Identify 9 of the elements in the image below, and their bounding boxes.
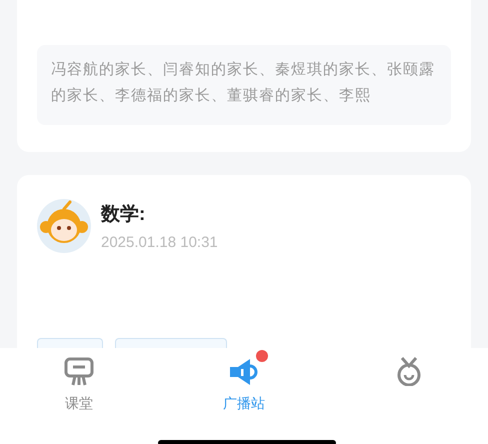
tab-item[interactable]: 广播站	[189, 350, 299, 418]
easel-icon	[63, 356, 95, 388]
tab-item[interactable]: 课堂	[24, 350, 134, 418]
post-time: 2025.01.18 10:31	[101, 233, 218, 253]
monkey-avatar-icon	[37, 199, 91, 253]
speaker-icon	[228, 356, 260, 388]
recipients-list: 冯容航的家长、闫睿知的家长、秦煜琪的家长、张颐露的家长、李德福的家长、董骐睿的家长、李熙	[51, 57, 443, 109]
smiling-face-icon	[395, 356, 423, 386]
post-title: 数学:	[101, 203, 146, 227]
